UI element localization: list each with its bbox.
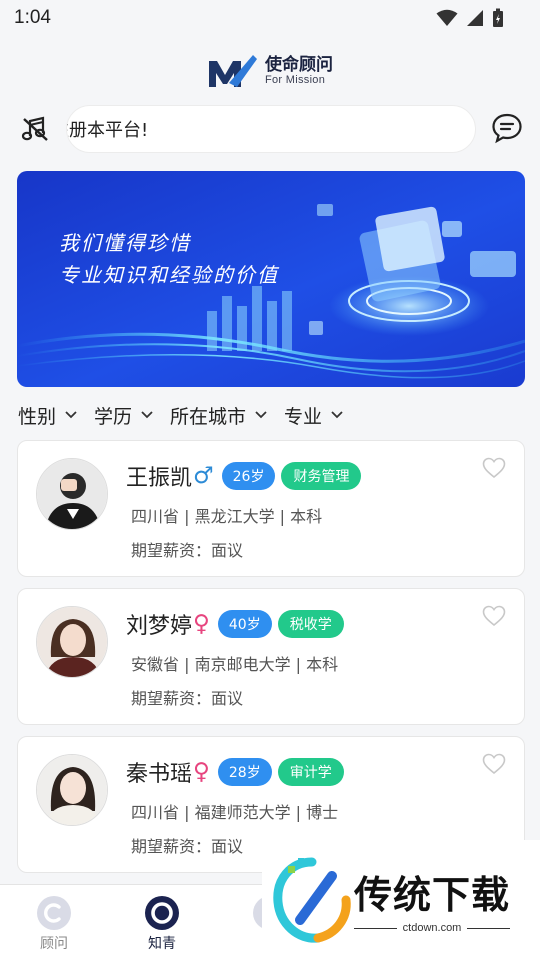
tab-label: 知青: [148, 936, 176, 952]
brand-name-en: For Mission: [265, 74, 326, 86]
status-time: 1:04: [14, 7, 51, 28]
age-badge: 40岁: [217, 610, 272, 638]
battery-icon: [493, 8, 503, 27]
age-badge: 28岁: [217, 758, 272, 786]
chevron-down-icon: [255, 411, 267, 419]
candidate-info: 安徽省 | 南京邮电大学 | 本科: [131, 655, 339, 674]
avatar: [36, 458, 108, 530]
candidate-header: 王振凯 ♂ 26岁 财务管理: [126, 459, 362, 493]
avatar: [36, 754, 108, 826]
filter-bar: 性别 学历 所在城市 专业: [18, 398, 360, 432]
filter-label: 专业: [284, 405, 323, 428]
candidate-salary: 期望薪资： 面议: [131, 833, 243, 857]
music-off-icon: [21, 116, 48, 141]
watermark-subtitle: ctdown.com: [354, 922, 511, 934]
filter-label: 性别: [18, 405, 57, 428]
candidate-salary: 期望薪资： 面议: [131, 685, 243, 709]
divider: [354, 927, 397, 929]
heart-icon[interactable]: [482, 753, 506, 775]
candidate-header: 秦书瑶 ♀ 28岁 审计学: [126, 755, 344, 789]
status-bar: 1:04: [0, 0, 540, 36]
heart-icon[interactable]: [482, 457, 506, 479]
filter-city[interactable]: 所在城市: [170, 402, 267, 429]
promo-banner[interactable]: 我们懂得珍惜 专业知识和经验的价值: [17, 171, 525, 387]
salary-label: 期望薪资：: [131, 837, 212, 856]
wifi-icon: [436, 9, 458, 26]
age-badge: 26岁: [221, 462, 276, 490]
female-icon: ♀: [193, 611, 210, 637]
candidate-name: 秦书瑶: [126, 762, 193, 787]
banner-headline-1: 我们懂得珍惜: [59, 231, 191, 255]
major-badge: 财务管理: [281, 462, 362, 490]
message-button[interactable]: [491, 112, 523, 144]
candidate-header: 刘梦婷 ♀ 40岁 税收学: [126, 607, 344, 641]
heart-icon[interactable]: [482, 605, 506, 627]
salary-label: 期望薪资：: [131, 541, 212, 560]
male-icon: ♂: [193, 463, 214, 489]
tab-advisor[interactable]: 顾问: [14, 895, 94, 953]
music-toggle-button[interactable]: [19, 115, 51, 143]
notice-text: 注册本平台!: [67, 120, 149, 141]
avatar-image: [37, 459, 107, 529]
candidate-info: 四川省 | 福建师范大学 | 博士: [131, 803, 339, 822]
candidate-info: 四川省 | 黑龙江大学 | 本科: [131, 507, 323, 526]
avatar: [36, 606, 108, 678]
candidate-name: 刘梦婷: [126, 614, 193, 639]
watermark-url: ctdown.com: [402, 922, 462, 934]
candidate-salary: 期望薪资： 面议: [131, 537, 243, 561]
chevron-down-icon: [331, 411, 343, 419]
filter-education[interactable]: 学历: [94, 402, 153, 429]
salary-label: 期望薪资：: [131, 689, 212, 708]
signal-icon: [467, 10, 483, 26]
filter-gender[interactable]: 性别: [18, 402, 77, 429]
chevron-down-icon: [141, 411, 153, 419]
notice-marquee[interactable]: 注册本平台!: [66, 105, 476, 153]
brand-name-cn: 使命顾问: [265, 55, 333, 75]
filter-major[interactable]: 专业: [284, 402, 343, 429]
divider: [467, 927, 511, 929]
tab-youth[interactable]: 知青: [122, 895, 202, 953]
candidate-card[interactable]: 王振凯 ♂ 26岁 财务管理 四川省 | 黑龙江大学 | 本科 期望薪资： 面议: [17, 440, 525, 577]
brand-logo: 使命顾问 For Mission: [207, 53, 333, 89]
brand-logo-mark-icon: [209, 55, 257, 87]
watermark-title: 传统下载: [354, 873, 511, 917]
notice-row: 注册本平台!: [0, 104, 540, 154]
status-icons: [436, 8, 504, 28]
ring-icon: [145, 896, 179, 930]
banner-headline-2: 专业知识和经验的价值: [59, 263, 279, 287]
salary-value: 面议: [211, 689, 244, 708]
avatar-image: [37, 607, 107, 677]
avatar-image: [37, 755, 107, 825]
salary-value: 面议: [211, 837, 244, 856]
major-badge: 审计学: [277, 758, 344, 786]
candidate-name: 王振凯: [126, 466, 193, 491]
filter-label: 所在城市: [170, 405, 247, 428]
salary-value: 面议: [211, 541, 244, 560]
watermark-overlay: 传统下载 ctdown.com: [262, 840, 540, 960]
candidate-card[interactable]: 刘梦婷 ♀ 40岁 税收学 安徽省 | 南京邮电大学 | 本科 期望薪资： 面议: [17, 588, 525, 725]
c-circle-icon: [37, 896, 71, 930]
tab-label: 顾问: [40, 936, 68, 952]
watermark-logo-icon: [273, 857, 351, 943]
app-header: 使命顾问 For Mission: [0, 48, 540, 94]
chat-bubble-icon: [492, 113, 522, 144]
chevron-down-icon: [65, 411, 77, 419]
major-badge: 税收学: [277, 610, 344, 638]
female-icon: ♀: [193, 759, 210, 785]
filter-label: 学历: [94, 405, 133, 428]
